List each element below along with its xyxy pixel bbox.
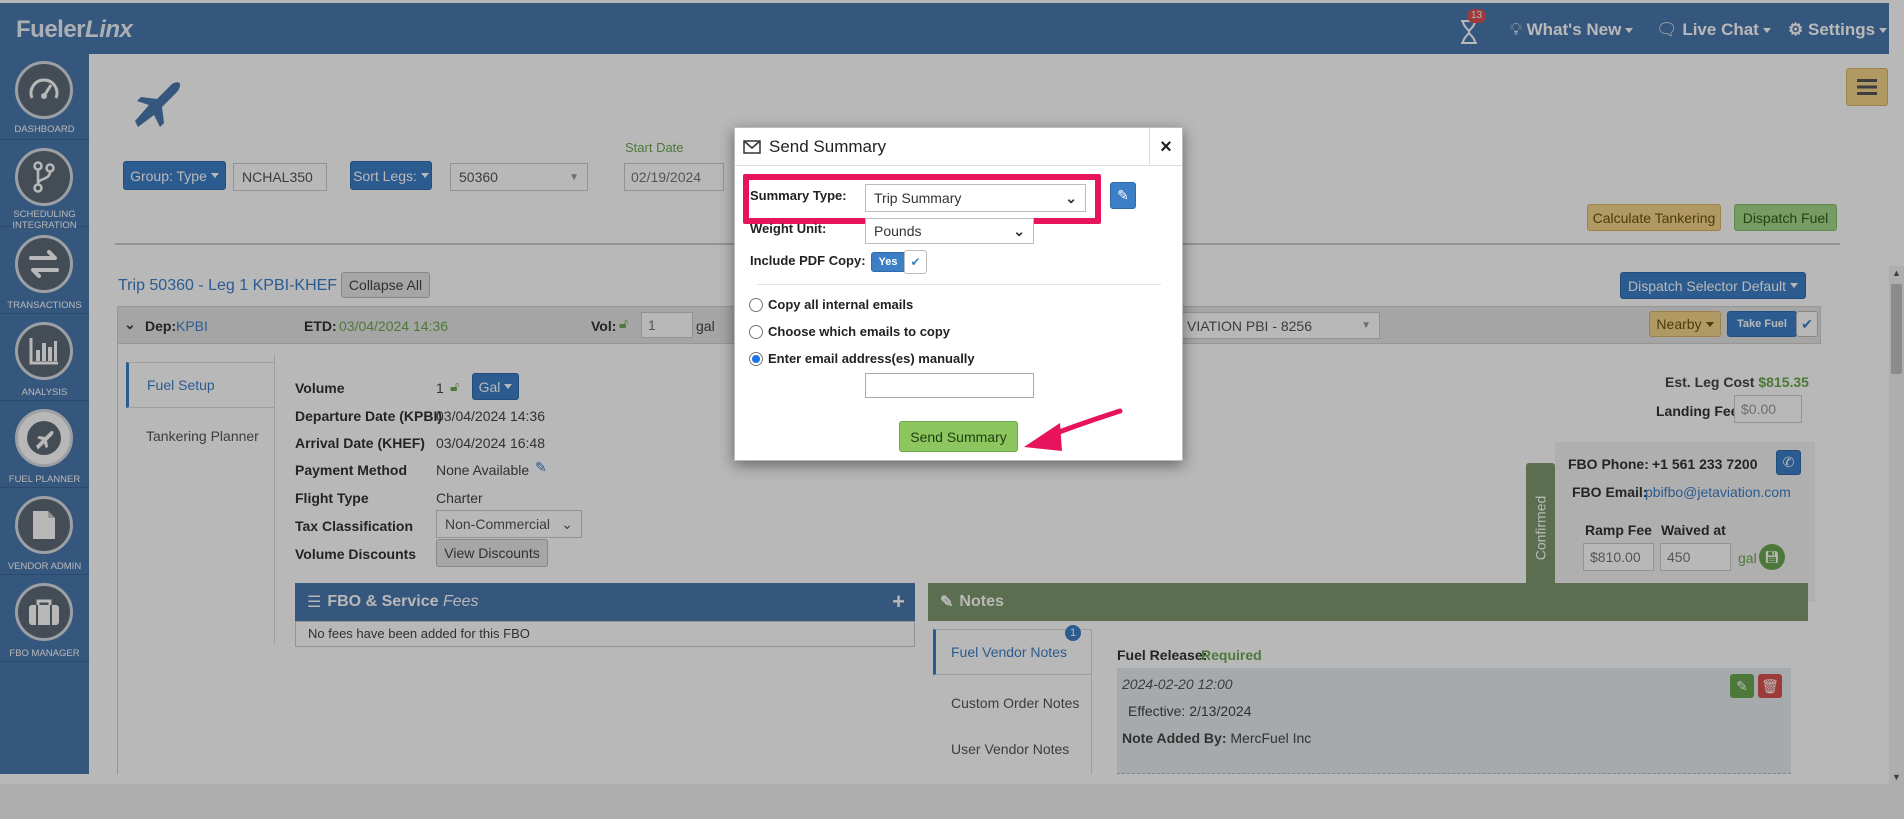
chevron-down-icon: ⌄ xyxy=(1065,189,1077,206)
email-address-input[interactable] xyxy=(865,373,1034,398)
chevron-down-icon: ⌄ xyxy=(1013,222,1025,239)
radio-label: Enter email address(es) manually xyxy=(768,351,975,366)
send-summary-button[interactable]: Send Summary xyxy=(899,421,1018,452)
include-pdf-toggle[interactable]: Yes xyxy=(871,252,905,272)
summary-type-label: Summary Type: xyxy=(750,188,847,203)
envelope-icon xyxy=(743,140,761,154)
radio-label: Choose which emails to copy xyxy=(768,324,951,339)
radio-copy-all-emails[interactable] xyxy=(749,298,763,312)
modal-divider xyxy=(757,284,1161,285)
edit-summary-button[interactable]: ✎ xyxy=(1110,182,1136,209)
close-icon: × xyxy=(1160,135,1172,158)
edit-icon: ✎ xyxy=(1117,187,1129,203)
weight-unit-select[interactable]: Pounds ⌄ xyxy=(865,218,1034,244)
weight-unit-label: Weight Unit: xyxy=(750,221,827,236)
radio-label: Copy all internal emails xyxy=(768,297,914,312)
modal-header: Send Summary × xyxy=(735,128,1182,166)
annotation-arrow xyxy=(1024,408,1123,451)
modal-title: Send Summary xyxy=(769,137,887,156)
checkmark-icon[interactable]: ✔ xyxy=(904,250,927,274)
modal-close-button[interactable]: × xyxy=(1149,128,1182,166)
summary-type-select[interactable]: Trip Summary ⌄ xyxy=(865,184,1086,212)
include-pdf-label: Include PDF Copy: xyxy=(750,253,866,268)
radio-choose-emails[interactable] xyxy=(749,325,763,339)
radio-enter-emails-manually[interactable] xyxy=(749,352,763,366)
